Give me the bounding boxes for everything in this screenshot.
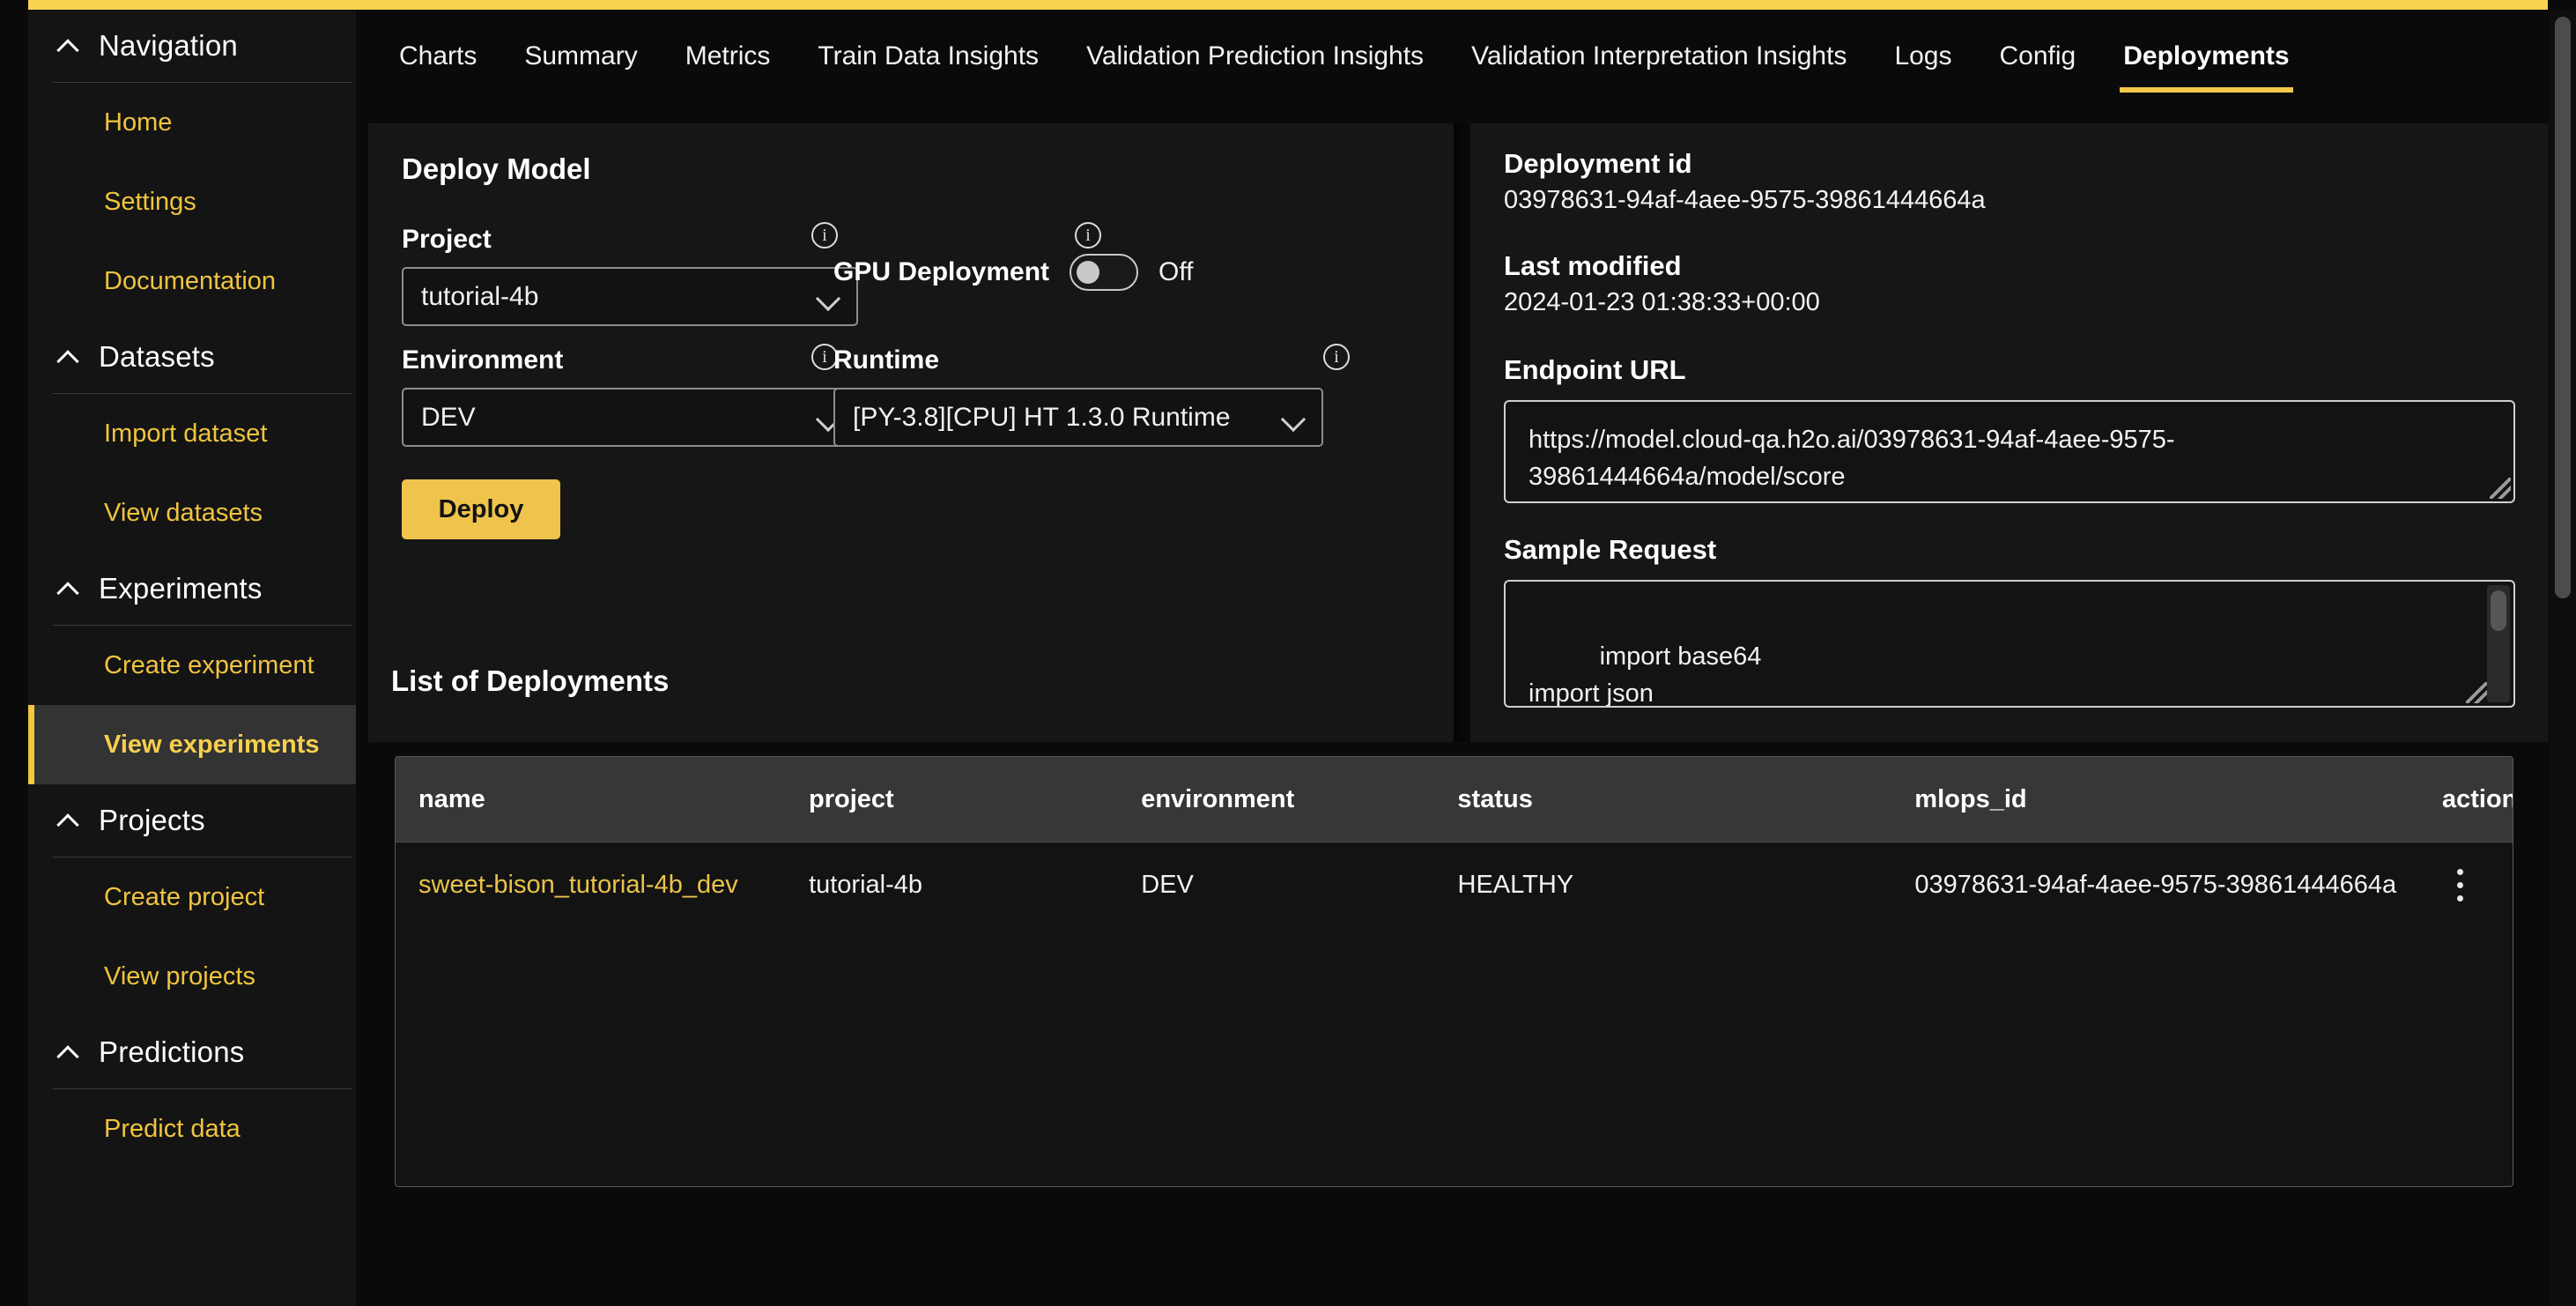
sample-request-scrollbar[interactable]	[2487, 585, 2510, 702]
sample-request-textarea[interactable]: import base64 import json	[1504, 580, 2515, 708]
sidebar-group-label: Experiments	[99, 572, 263, 605]
sample-request-label: Sample Request	[1504, 534, 1717, 565]
cell-action	[2442, 869, 2513, 902]
project-label: Project	[402, 225, 492, 254]
column-header-action: action	[2442, 784, 2513, 813]
page-scrollbar-thumb[interactable]	[2555, 17, 2571, 598]
chevron-down-icon	[1280, 406, 1307, 433]
column-header-status: status	[1457, 784, 1533, 813]
sidebar-item-create-project[interactable]: Create project	[28, 857, 356, 937]
sidebar-group-projects[interactable]: Projects	[28, 784, 356, 857]
deployment-info-panel: Deployment id 03978631-94af-4aee-9575-39…	[1470, 123, 2549, 742]
sidebar-item-view-projects[interactable]: View projects	[28, 937, 356, 1016]
cell-project: tutorial-4b	[809, 871, 923, 899]
tab-bar: Charts Summary Metrics Train Data Insights V…	[356, 10, 2576, 120]
chevron-up-icon	[56, 33, 83, 59]
chevron-up-icon	[56, 344, 83, 370]
environment-select-value: DEV	[421, 402, 476, 432]
environment-label: Environment	[402, 345, 564, 375]
tab-logs[interactable]: Logs	[1870, 38, 1975, 93]
project-select-value: tutorial-4b	[421, 281, 539, 311]
sidebar-item-create-experiment[interactable]: Create experiment	[28, 626, 356, 705]
sidebar-item-documentation[interactable]: Documentation	[28, 241, 356, 321]
chevron-up-icon	[56, 807, 83, 834]
project-select[interactable]: tutorial-4b	[402, 267, 858, 326]
runtime-info-icon[interactable]: i	[1323, 344, 1350, 370]
column-header-name: name	[418, 784, 485, 813]
resize-grip-icon[interactable]	[2490, 478, 2511, 499]
sidebar-group-label: Predictions	[99, 1035, 245, 1068]
column-header-project: project	[809, 784, 894, 813]
list-of-deployments-title: List of Deployments	[391, 664, 670, 697]
sidebar-group-label: Projects	[99, 804, 205, 836]
runtime-select[interactable]: [PY-3.8][CPU] HT 1.3.0 Runtime	[833, 388, 1323, 447]
endpoint-url-value: https://model.cloud-qa.h2o.ai/03978631-9…	[1529, 426, 2175, 491]
runtime-label: Runtime	[833, 345, 939, 375]
table-header-row: name project environment status mlops_id acti…	[396, 757, 2513, 842]
deploy-model-title: Deploy Model	[402, 152, 591, 185]
gpu-deployment-toggle[interactable]	[1070, 254, 1139, 291]
sidebar-group-experiments[interactable]: Experiments	[28, 553, 356, 625]
chevron-up-icon	[56, 575, 83, 602]
environment-select[interactable]: DEV	[402, 388, 858, 447]
table-row: sweet-bison_tutorial-4b_dev tutorial-4b DE…	[396, 842, 2513, 928]
deployment-id-value: 03978631-94af-4aee-9575-39861444664a	[1504, 186, 1986, 214]
column-header-environment: environment	[1141, 784, 1295, 813]
sidebar: Navigation Home Settings Documentation Datas…	[28, 10, 356, 1306]
tab-config[interactable]: Config	[1976, 38, 2100, 93]
sidebar-group-label: Navigation	[99, 29, 238, 62]
cell-name[interactable]: sweet-bison_tutorial-4b_dev	[396, 871, 809, 900]
resize-grip-icon[interactable]	[2466, 682, 2487, 703]
sidebar-item-view-datasets[interactable]: View datasets	[28, 473, 356, 553]
sidebar-group-predictions[interactable]: Predictions	[28, 1016, 356, 1088]
cell-environment: DEV	[1141, 871, 1194, 899]
sidebar-group-datasets[interactable]: Datasets	[28, 321, 356, 393]
cell-status: HEALTHY	[1457, 871, 1574, 899]
kebab-menu-icon[interactable]	[2442, 869, 2477, 902]
endpoint-url-label: Endpoint URL	[1504, 354, 1686, 385]
table-body: sweet-bison_tutorial-4b_dev tutorial-4b DE…	[396, 842, 2513, 928]
app-root: Navigation Home Settings Documentation Datas…	[0, 0, 2576, 1306]
sidebar-group-label: Datasets	[99, 340, 215, 373]
tab-train-data-insights[interactable]: Train Data Insights	[794, 38, 1062, 93]
sidebar-item-import-dataset[interactable]: Import dataset	[28, 394, 356, 473]
deploy-model-panel: Deploy Model Project tutorial-4b i Envir…	[368, 123, 1454, 742]
column-header-mlops_id: mlops_id	[1914, 784, 2027, 813]
panel-divider-shadow	[1454, 123, 1471, 742]
last-modified-label: Last modified	[1504, 250, 1682, 281]
project-info-icon[interactable]: i	[811, 222, 838, 249]
runtime-select-value: [PY-3.8][CPU] HT 1.3.0 Runtime	[853, 402, 1231, 432]
sidebar-item-home[interactable]: Home	[28, 83, 356, 162]
sidebar-item-predict-data[interactable]: Predict data	[28, 1089, 356, 1169]
sidebar-item-view-experiments[interactable]: View experiments	[28, 705, 356, 784]
cell-mlops_id: 03978631-94af-4aee-9575-39861444664a	[1914, 871, 2397, 899]
endpoint-url-textarea[interactable]: https://model.cloud-qa.h2o.ai/03978631-9…	[1504, 400, 2515, 503]
gpu-deployment-info-icon[interactable]: i	[1075, 222, 1101, 249]
sample-request-value: import base64 import json	[1529, 642, 1762, 708]
tab-validation-prediction-insights[interactable]: Validation Prediction Insights	[1062, 38, 1447, 93]
tab-charts[interactable]: Charts	[375, 38, 500, 93]
deployments-table: name project environment status mlops_id acti…	[395, 756, 2513, 1187]
sidebar-item-settings[interactable]: Settings	[28, 162, 356, 241]
tab-deployments[interactable]: Deployments	[2099, 38, 2313, 93]
sidebar-group-navigation[interactable]: Navigation	[28, 10, 356, 82]
tab-metrics[interactable]: Metrics	[662, 38, 795, 93]
last-modified-value: 2024-01-23 01:38:33+00:00	[1504, 288, 1820, 316]
gpu-deployment-label: GPU Deployment	[833, 257, 1050, 286]
toggle-knob	[1077, 261, 1100, 284]
deploy-button[interactable]: Deploy	[402, 479, 560, 539]
main-content: Charts Summary Metrics Train Data Insights V…	[356, 10, 2576, 1306]
tab-summary[interactable]: Summary	[500, 38, 661, 93]
top-accent-bar	[28, 0, 2548, 10]
gpu-deployment-state: Off	[1158, 257, 1194, 286]
chevron-up-icon	[56, 1039, 83, 1065]
scrollbar-thumb[interactable]	[2491, 590, 2506, 631]
deployment-id-label: Deployment id	[1504, 148, 1692, 179]
tab-validation-interpretation-insights[interactable]: Validation Interpretation Insights	[1447, 38, 1870, 93]
page-scrollbar[interactable]	[2550, 10, 2576, 1306]
